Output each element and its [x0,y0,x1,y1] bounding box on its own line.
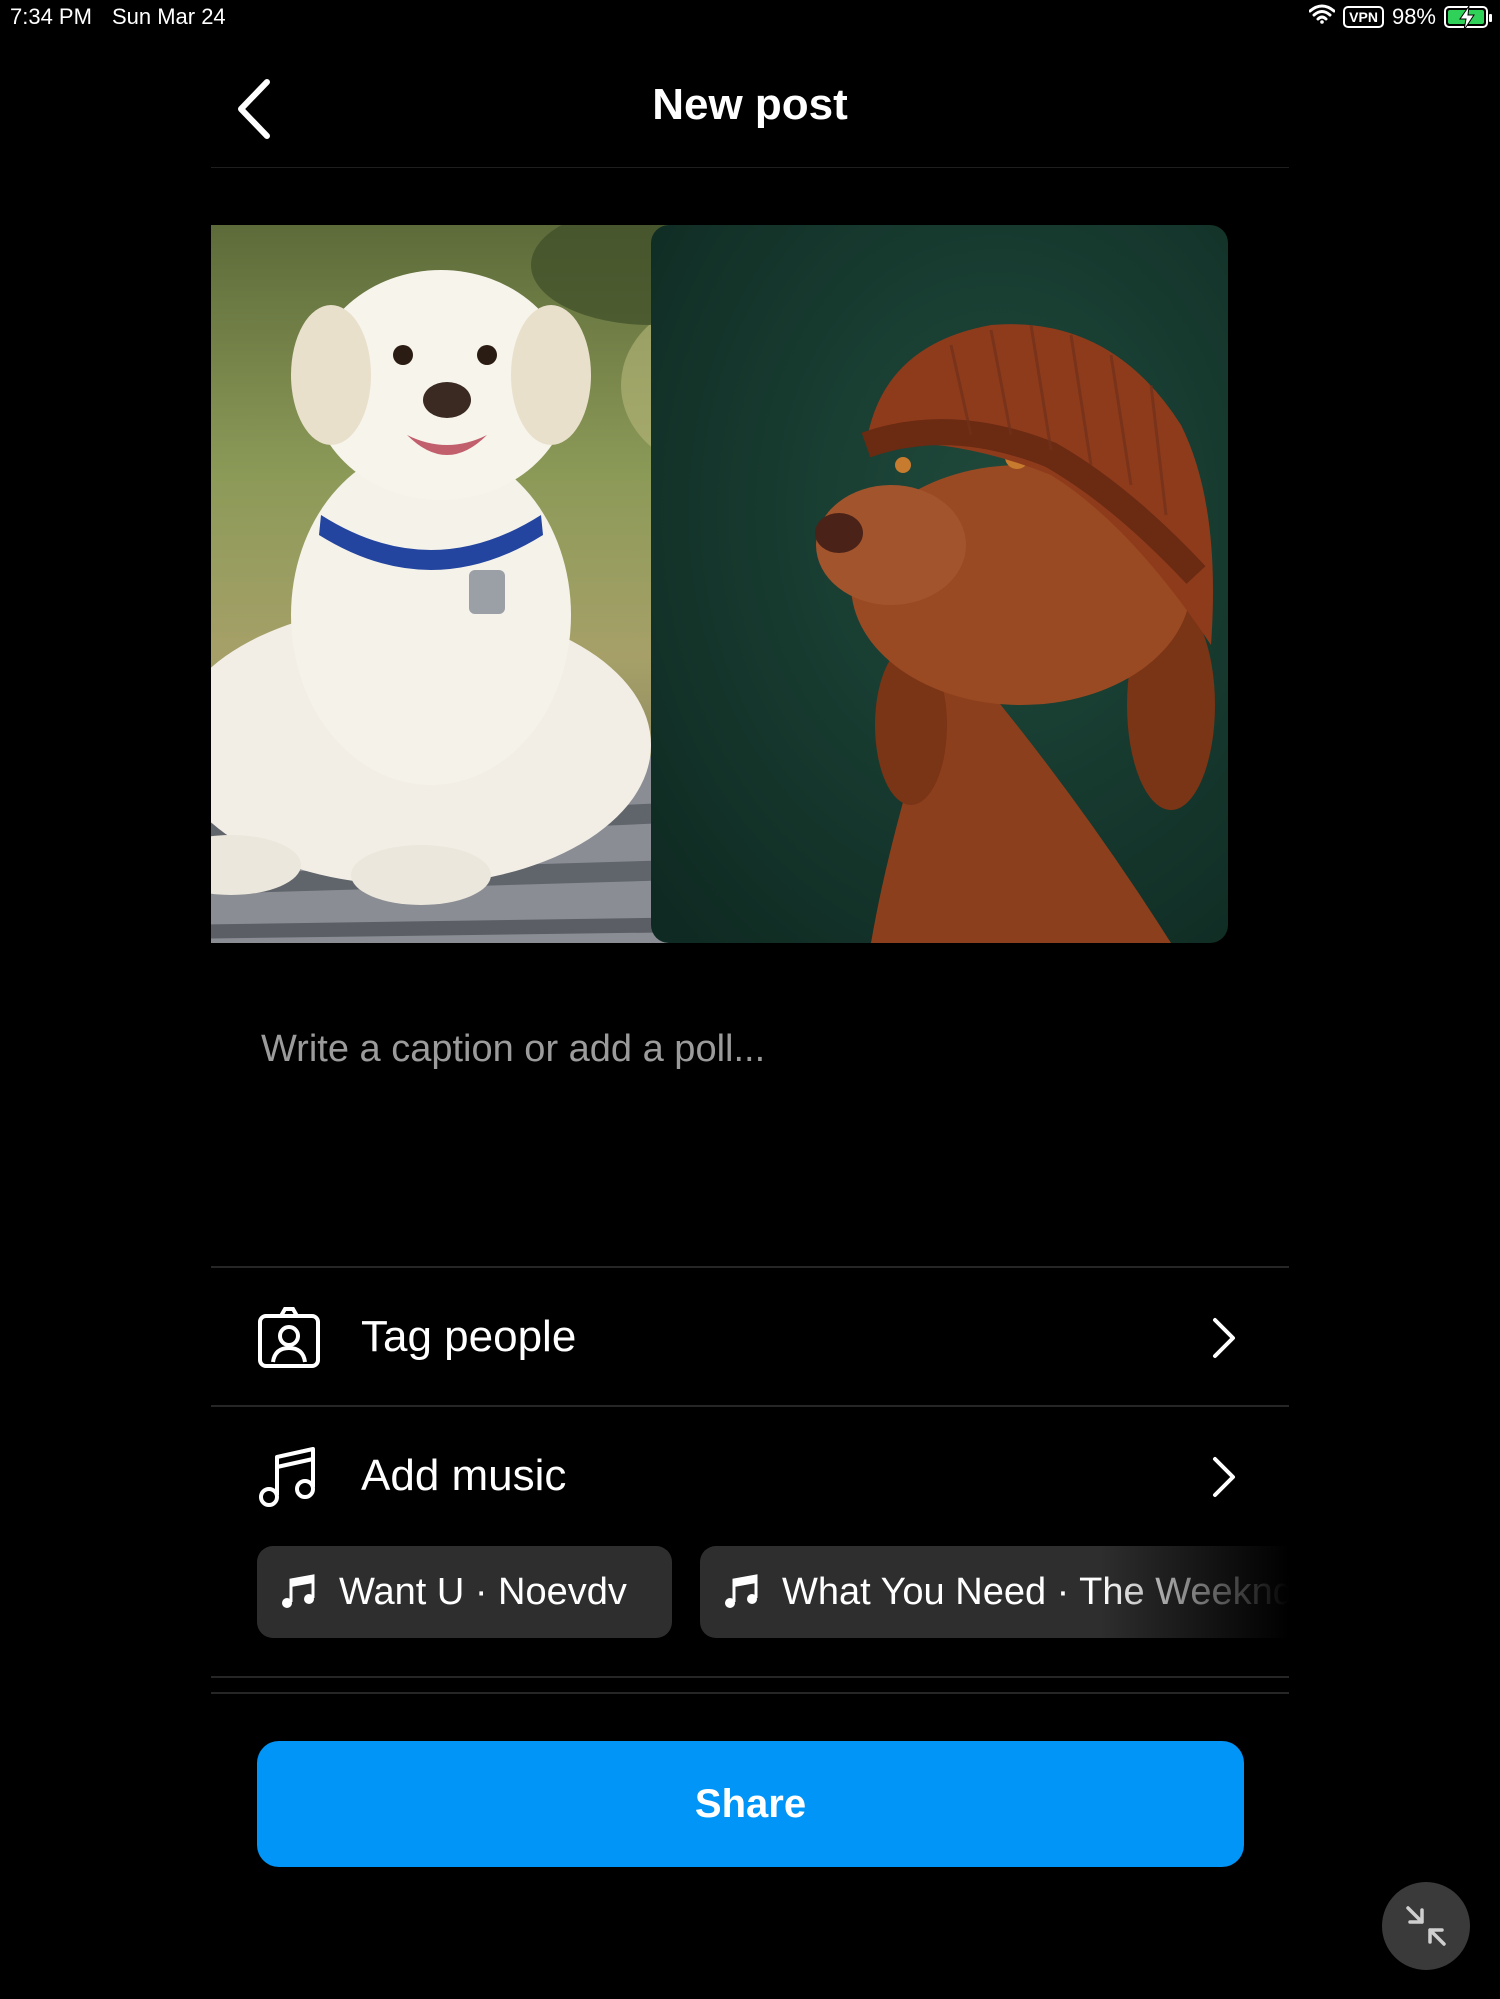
music-note-icon [282,1574,315,1608]
vpn-badge: VPN [1343,6,1384,28]
chevron-right-icon [1213,1318,1235,1358]
media-carousel[interactable] [211,225,1289,943]
status-bar: 7:34 PM Sun Mar 24 VPN 98% [0,0,1500,36]
minimize-button[interactable] [1382,1882,1470,1970]
caption-input[interactable] [211,1000,1289,1260]
music-suggestion-label: What You Need · The Weeknd [782,1570,1289,1613]
battery-percent: 98% [1391,4,1436,29]
header: New post [211,40,1289,168]
music-suggestion-label: Want U · Noevdv [339,1570,627,1613]
music-note-icon [259,1447,315,1507]
tag-person-icon [258,1307,320,1368]
add-music-label: Add music [361,1451,567,1500]
status-date: Sun Mar 24 [111,4,226,29]
tag-people-row[interactable]: Tag people [211,1268,1289,1406]
divider [211,1676,1289,1678]
status-time: 7:34 PM [10,4,92,29]
music-suggestions: Want U · Noevdv What You Need · The Week… [257,1546,1289,1638]
music-suggestion-chip[interactable]: Want U · Noevdv [257,1546,672,1638]
chevron-right-icon [1213,1457,1235,1497]
page-title: New post [652,80,848,129]
add-music-row[interactable]: Add music [211,1407,1289,1545]
battery-charging-icon [1444,6,1492,30]
post-photo-beanie-dog[interactable] [651,225,1228,943]
tag-people-label: Tag people [361,1312,577,1361]
wifi-icon [1308,4,1336,30]
share-button[interactable]: Share [257,1741,1244,1867]
divider [211,1692,1289,1694]
music-note-icon [725,1574,758,1608]
collapse-arrows-icon [1406,1906,1446,1946]
music-suggestion-chip[interactable]: What You Need · The Weeknd [700,1546,1289,1638]
